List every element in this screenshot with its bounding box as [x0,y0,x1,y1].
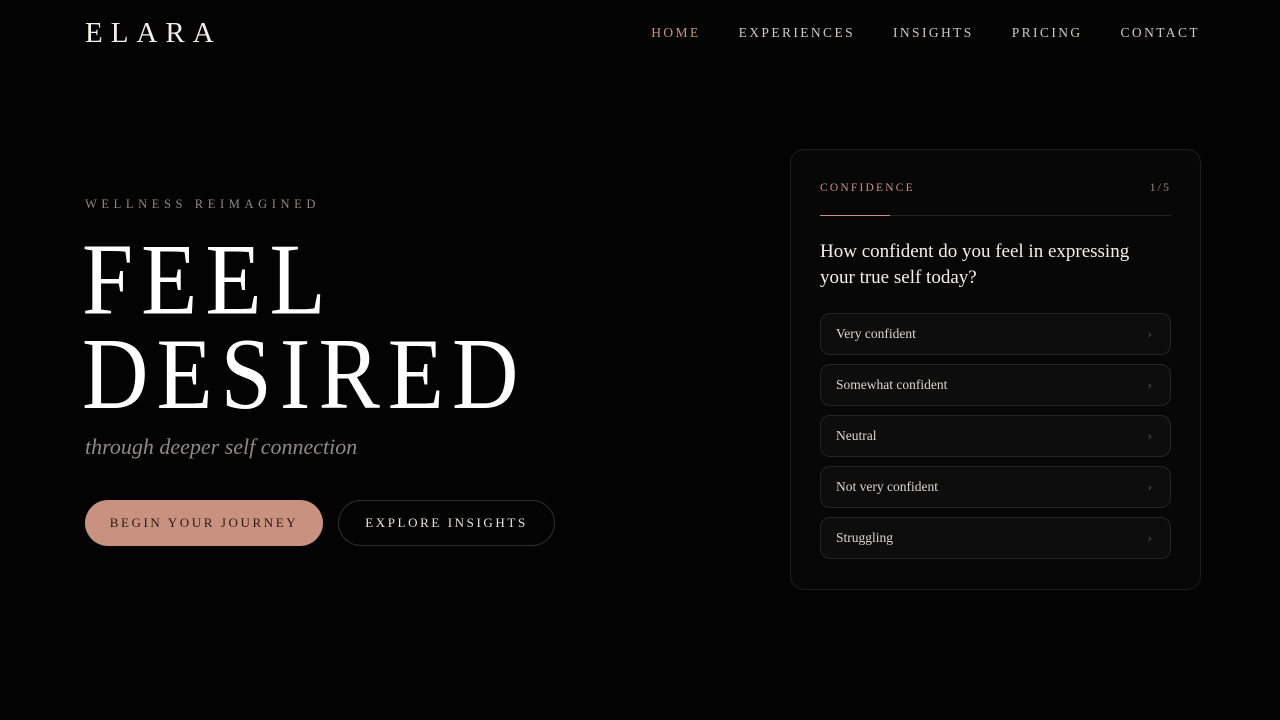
quiz-option-somewhat-confident[interactable]: Somewhat confident › [820,364,1171,406]
quiz-option-label: Not very confident [836,479,938,494]
chevron-right-icon: › [1147,429,1152,443]
quiz-option-neutral[interactable]: Neutral › [820,415,1171,457]
explore-insights-button[interactable]: EXPLORE INSIGHTS [338,500,555,546]
chevron-right-icon: › [1147,327,1152,341]
quiz-option-label: Neutral [836,428,877,443]
quiz-option-label: Somewhat confident [836,377,948,392]
chevron-right-icon: › [1147,480,1152,494]
nav-item-insights[interactable]: INSIGHTS [893,25,974,41]
quiz-progress-track [820,215,1171,216]
begin-journey-button[interactable]: BEGIN YOUR JOURNEY [85,500,323,546]
quiz-card: CONFIDENCE 1/5 How confident do you feel… [790,149,1201,590]
quiz-option-label: Very confident [836,326,916,341]
chevron-right-icon: › [1147,531,1152,545]
quiz-option-very-confident[interactable]: Very confident › [820,313,1171,355]
quiz-question: How confident do you feel in expressing … [820,241,1130,288]
main-nav: HOME EXPERIENCES INSIGHTS PRICING CONTAC… [651,25,1200,41]
quiz-options: Very confident › Somewhat confident › Ne… [820,313,1171,559]
quiz-step-counter: 1/5 [1149,180,1171,194]
quiz-card-header: CONFIDENCE 1/5 [820,180,1171,195]
hero-headline: FEEL DESIRED [82,229,526,425]
hero-subline: through deeper self connection [85,434,358,459]
quiz-option-label: Struggling [836,530,894,545]
nav-item-home[interactable]: HOME [651,25,700,41]
quiz-option-not-very-confident[interactable]: Not very confident › [820,466,1171,508]
chevron-right-icon: › [1147,378,1152,392]
nav-item-pricing[interactable]: PRICING [1012,25,1083,41]
hero-eyebrow: WELLNESS REIMAGINED [85,197,320,211]
quiz-progress-fill [820,215,891,216]
hero-headline-line2: DESIRED [82,317,527,430]
nav-item-experiences[interactable]: EXPERIENCES [739,25,855,41]
brand-logo[interactable]: ELARA [85,17,222,50]
nav-item-contact[interactable]: CONTACT [1121,25,1200,41]
quiz-option-struggling[interactable]: Struggling › [820,517,1171,559]
quiz-category: CONFIDENCE [820,181,915,194]
